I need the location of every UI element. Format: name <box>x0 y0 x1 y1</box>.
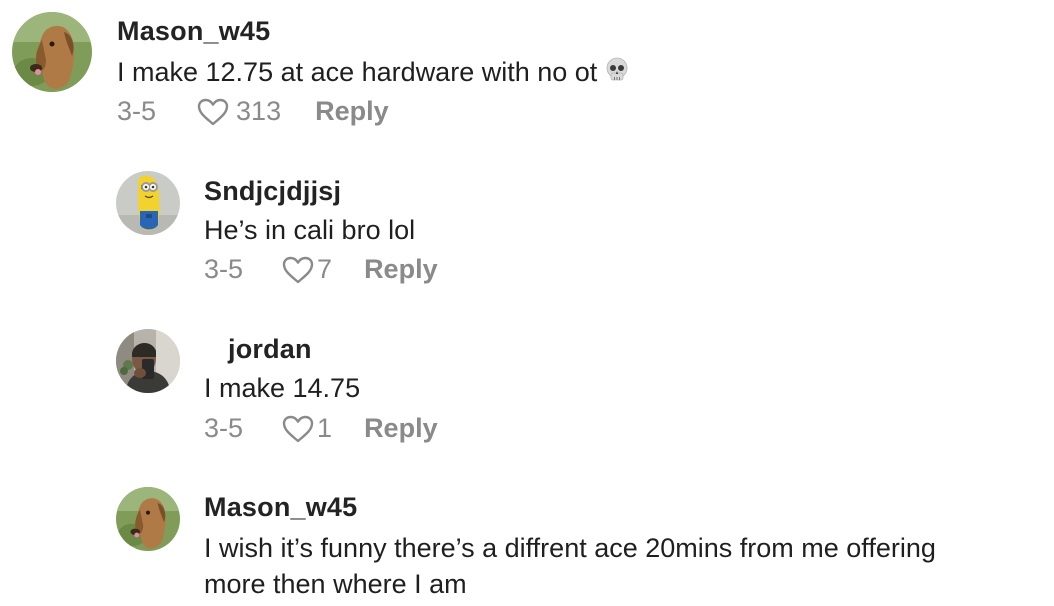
like-button[interactable]: 1 <box>281 413 332 444</box>
heart-outline-icon <box>197 98 229 125</box>
avatar-minion[interactable] <box>116 171 180 235</box>
minion-banana-avatar-icon <box>116 171 180 235</box>
comment-4: Mason_w45 I wish it’s funny there’s a di… <box>0 476 1054 606</box>
comment-meta: 3-5 1 Reply <box>204 413 438 444</box>
like-count: 1 <box>317 413 333 443</box>
comment-meta: 3-5 7 Reply <box>204 254 438 285</box>
avatar-jordan[interactable] <box>116 329 180 393</box>
comment-username[interactable]: Mason_w45 <box>117 16 270 47</box>
reply-button[interactable]: Reply <box>364 254 438 285</box>
comment-date: 3-5 <box>117 96 157 126</box>
dog-avatar-icon <box>116 487 180 551</box>
dog-avatar-icon <box>12 12 92 92</box>
comment-text-line-2: more then where I am <box>204 569 467 599</box>
like-button[interactable]: 313 <box>196 96 281 127</box>
comment-text-content: I make 12.75 at ace hardware with no ot <box>117 57 598 87</box>
like-count: 313 <box>236 96 282 126</box>
comment-date: 3-5 <box>204 413 244 443</box>
reply-button[interactable]: Reply <box>364 413 438 444</box>
like-count: 7 <box>317 254 333 284</box>
comment-1: Mason_w45 I make 12.75 at ace hardware w… <box>0 0 1054 140</box>
like-button[interactable]: 7 <box>281 254 332 285</box>
selfie-avatar-icon <box>116 329 180 393</box>
skull-emoji-icon <box>605 56 629 92</box>
comment-3: jordan I make 14.75 3-5 1 Reply <box>0 318 1054 458</box>
comment-text: I make 12.75 at ace hardware with no ot <box>117 54 629 92</box>
comment-date: 3-5 <box>204 254 244 284</box>
heart-outline-icon <box>282 256 314 283</box>
comment-text-line-1: I wish it’s funny there’s a diffrent ace… <box>204 533 936 563</box>
comment-2: Sndjcjdjjsj He’s in cali bro lol 3-5 7 R… <box>0 160 1054 300</box>
heart-outline-icon <box>282 415 314 442</box>
comment-meta: 3-5 313 Reply <box>117 96 389 127</box>
comment-username[interactable]: Mason_w45 <box>204 492 357 523</box>
comment-username[interactable]: jordan <box>228 334 312 365</box>
comment-username[interactable]: Sndjcjdjjsj <box>204 176 341 207</box>
avatar-dog[interactable] <box>12 12 92 92</box>
avatar-dog[interactable] <box>116 487 180 551</box>
comment-text: I make 14.75 <box>204 373 361 403</box>
comment-text: He’s in cali bro lol <box>204 215 416 245</box>
reply-button[interactable]: Reply <box>315 96 389 127</box>
